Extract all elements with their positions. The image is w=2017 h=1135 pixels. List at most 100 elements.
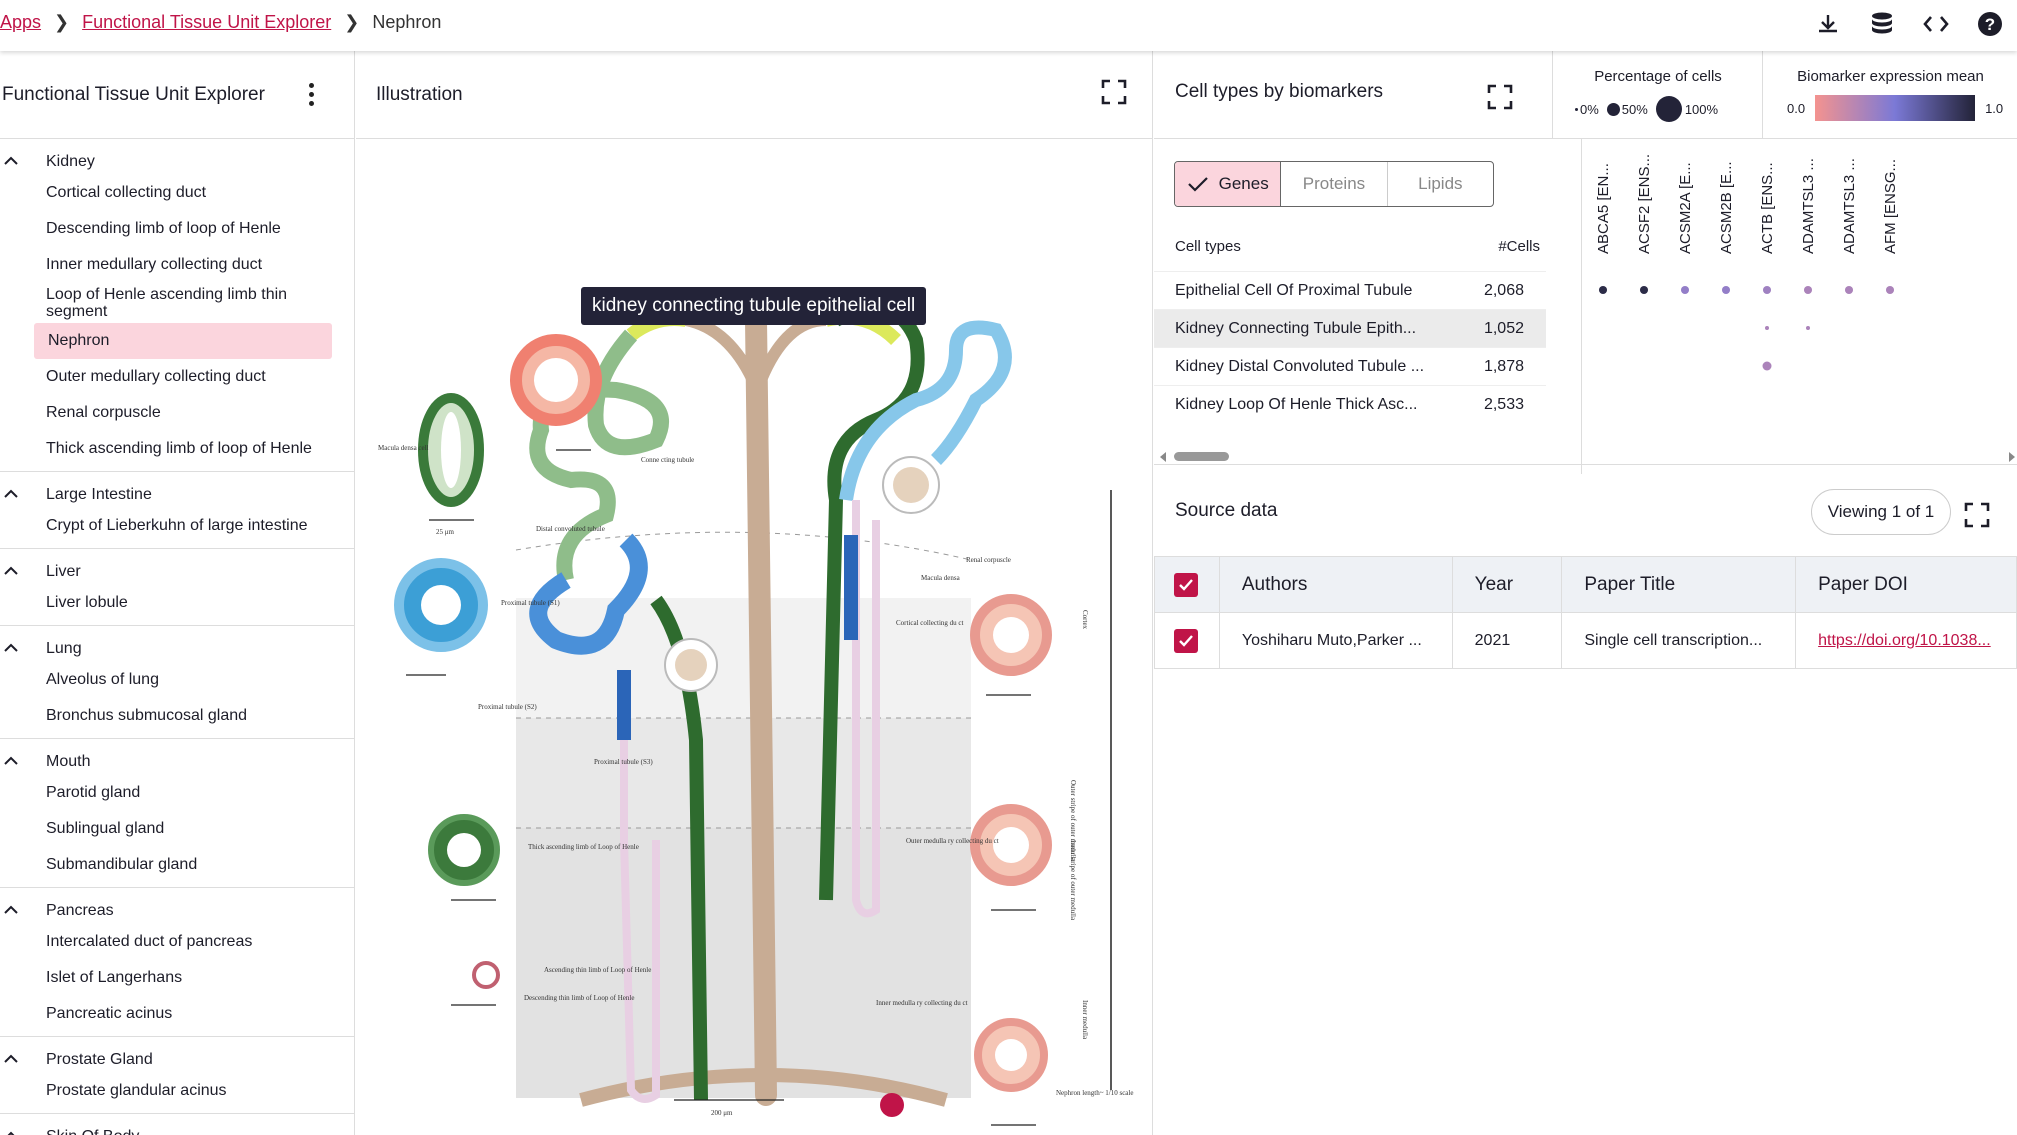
sidebar-item-ftu[interactable]: Thick ascending limb of loop of Henle [0, 431, 354, 467]
label-descending-thin: Descending thin limb of Loop of Henle [524, 994, 634, 1002]
gene-label[interactable]: ACSF2 [ENS... [1636, 154, 1653, 254]
breadcrumb-explorer-link[interactable]: Functional Tissue Unit Explorer [82, 12, 331, 33]
biomarker-dot[interactable] [1764, 325, 1770, 331]
organ-list: Kidney Cortical collecting duct Descending… [0, 139, 354, 1135]
col-paper-doi[interactable]: Paper DOI [1795, 556, 2017, 613]
organ-header[interactable]: Large Intestine [0, 482, 354, 508]
cell-count: 1,878 [1483, 357, 1524, 375]
sidebar-item-ftu[interactable]: Liver lobule [0, 585, 354, 621]
chevron-up-icon[interactable] [0, 1051, 46, 1069]
table-row: Yoshiharu Muto,Parker ... 2021 Single ce… [1154, 612, 2017, 669]
col-authors[interactable]: Authors [1218, 556, 1453, 613]
table-row[interactable]: Epithelial Cell Of Proximal Tubule 2,068 [1154, 271, 1546, 309]
biomarker-dot[interactable] [1803, 285, 1813, 295]
viewing-count[interactable]: Viewing 1 of 1 [1811, 489, 1951, 535]
tab-lipids[interactable]: Lipids [1388, 162, 1493, 206]
fullscreen-icon[interactable] [1963, 501, 1991, 534]
select-all-checkbox[interactable] [1174, 572, 1198, 597]
database-icon[interactable] [1855, 8, 1909, 40]
row-checkbox[interactable] [1174, 628, 1198, 653]
chevron-up-icon[interactable] [0, 902, 46, 920]
biomarker-dot[interactable] [1805, 325, 1811, 331]
organ-label: Skin Of Body [46, 1128, 139, 1135]
label-connecting-tubule: Conne cting tubule [641, 456, 694, 464]
expr-legend-max: 1.0 [1985, 100, 2004, 116]
chevron-up-icon[interactable] [0, 563, 46, 581]
scroll-right-icon[interactable] [2007, 451, 2017, 463]
sidebar-item-ftu[interactable]: Pancreatic acinus [0, 996, 354, 1032]
label-ascending-thin: Ascending thin limb of Loop of Henle [544, 966, 651, 974]
code-icon[interactable] [1909, 8, 1963, 40]
cell-count: 2,533 [1483, 395, 1524, 413]
organ-header[interactable]: Skin Of Body [0, 1124, 354, 1135]
biomarker-dot[interactable] [1885, 285, 1895, 295]
col-paper-title[interactable]: Paper Title [1561, 556, 1797, 613]
chevron-up-icon[interactable] [0, 1128, 46, 1135]
sidebar-item-ftu[interactable]: Outer medullary collecting duct [0, 359, 354, 395]
gene-label[interactable]: ACSM2B [E... [1718, 161, 1735, 254]
label-macula-densa-cell: Macula densa cell [378, 444, 429, 452]
sidebar-item-ftu[interactable]: Inner medullary collecting duct [0, 247, 354, 283]
chevron-right-icon: ❯ [344, 12, 360, 32]
organ-header[interactable]: Pancreas [0, 898, 354, 924]
gene-label[interactable]: ADAMTSL3 ... [1841, 158, 1858, 254]
sidebar-header: Functional Tissue Unit Explorer [0, 51, 354, 139]
gene-label[interactable]: ACSM2A [E... [1677, 162, 1694, 254]
chevron-up-icon[interactable] [0, 153, 46, 171]
chevron-up-icon[interactable] [0, 753, 46, 771]
cell-year: 2021 [1451, 612, 1563, 669]
sidebar-item-ftu[interactable]: Submandibular gland [0, 847, 354, 883]
scroll-left-icon[interactable] [1158, 451, 1168, 463]
organ-header[interactable]: Kidney [0, 149, 354, 175]
sidebar-item-ftu[interactable]: Bronchus submucosal gland [0, 698, 354, 734]
biomarker-dot[interactable] [1721, 285, 1731, 295]
doi-link[interactable]: https://doi.org/10.1038... [1818, 632, 1991, 649]
gene-label[interactable]: ABCA5 [EN... [1595, 163, 1612, 254]
scroll-thumb[interactable] [1174, 452, 1229, 461]
gene-label[interactable]: ACTB [ENS... [1759, 162, 1776, 254]
source-data-title: Source data [1175, 500, 1278, 521]
biomarker-dot[interactable] [1844, 285, 1854, 295]
breadcrumb-apps-link[interactable]: Apps [0, 12, 41, 33]
sidebar-item-ftu[interactable]: Crypt of Lieberkuhn of large intestine [0, 508, 354, 544]
sidebar-item-ftu[interactable]: Nephron [34, 323, 332, 359]
more-vert-icon[interactable] [309, 83, 314, 106]
download-icon[interactable] [1801, 8, 1855, 40]
help-icon[interactable]: ? [1963, 8, 2017, 40]
sidebar-item-ftu[interactable]: Intercalated duct of pancreas [0, 924, 354, 960]
table-row[interactable]: Kidney Loop Of Henle Thick Asc... 2,533 [1154, 385, 1546, 423]
organ-header[interactable]: Liver [0, 559, 354, 585]
label-scale-25: 25 μm [436, 528, 455, 536]
biomarker-dot[interactable] [1598, 285, 1608, 295]
illustration-panel: Illustration Macula densa cell Conne cti… [356, 51, 1153, 1135]
gene-label[interactable]: AFM [ENSG... [1882, 159, 1899, 254]
tab-proteins[interactable]: Proteins [1281, 162, 1388, 206]
biomarker-dot[interactable] [1680, 285, 1690, 295]
table-row[interactable]: Kidney Connecting Tubule Epith... 1,052 [1154, 309, 1546, 347]
col-year[interactable]: Year [1451, 556, 1563, 613]
fullscreen-icon[interactable] [1100, 78, 1128, 111]
sidebar-item-ftu[interactable]: Loop of Henle ascending limb thin segmen… [0, 283, 354, 323]
biomarker-dot[interactable] [1639, 285, 1649, 295]
horizontal-scrollbar[interactable] [1154, 449, 2017, 463]
chevron-up-icon[interactable] [0, 640, 46, 658]
tab-genes[interactable]: Genes [1175, 162, 1282, 206]
table-row[interactable]: Kidney Distal Convoluted Tubule ... 1,878 [1154, 347, 1546, 385]
fullscreen-icon[interactable] [1486, 83, 1514, 116]
sidebar-item-ftu[interactable]: Prostate glandular acinus [0, 1073, 354, 1109]
biomarker-dot[interactable] [1762, 285, 1772, 295]
chevron-up-icon[interactable] [0, 486, 46, 504]
biomarker-dot[interactable] [1762, 361, 1772, 371]
pct-legend: Percentage of cells 0% 50% 100% [1552, 51, 1762, 139]
organ-header[interactable]: Lung [0, 636, 354, 662]
sidebar-item-ftu[interactable]: Parotid gland [0, 775, 354, 811]
sidebar-item-ftu[interactable]: Renal corpuscle [0, 395, 354, 431]
sidebar-item-ftu[interactable]: Sublingual gland [0, 811, 354, 847]
organ-header[interactable]: Prostate Gland [0, 1047, 354, 1073]
sidebar-item-ftu[interactable]: Cortical collecting duct [0, 175, 354, 211]
sidebar-item-ftu[interactable]: Alveolus of lung [0, 662, 354, 698]
organ-header[interactable]: Mouth [0, 749, 354, 775]
gene-label[interactable]: ADAMTSL3 ... [1800, 158, 1817, 254]
sidebar-item-ftu[interactable]: Islet of Langerhans [0, 960, 354, 996]
sidebar-item-ftu[interactable]: Descending limb of loop of Henle [0, 211, 354, 247]
